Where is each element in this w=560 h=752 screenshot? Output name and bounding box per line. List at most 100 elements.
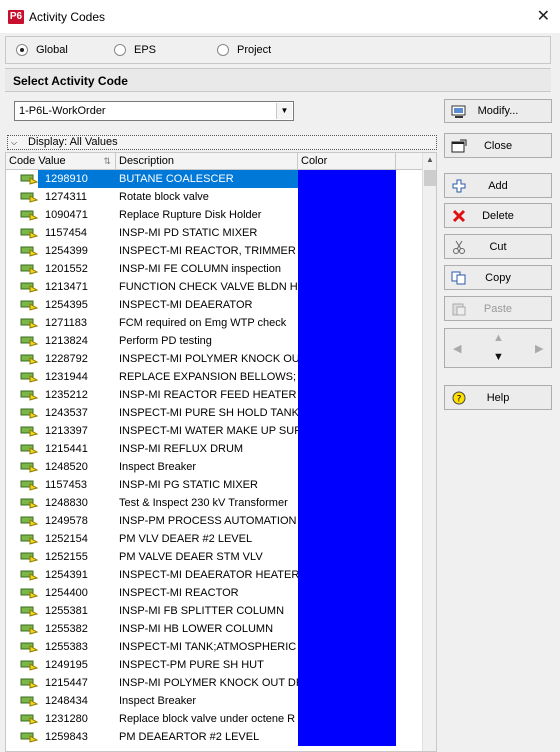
color-cell[interactable] (298, 476, 396, 494)
description-cell[interactable]: INSP-MI FB SPLITTER COLUMN (116, 602, 298, 620)
color-cell[interactable] (298, 224, 396, 242)
table-row[interactable]: 1255382 INSP-MI HB LOWER COLUMN (6, 620, 422, 638)
description-cell[interactable]: PM VLV DEAER #2 LEVEL (116, 530, 298, 548)
table-row[interactable]: 1215441 INSP-MI REFLUX DRUM (6, 440, 422, 458)
code-value-cell[interactable]: 1215447 (42, 674, 118, 692)
code-value-cell[interactable]: 1213471 (42, 278, 118, 296)
description-cell[interactable]: INSPECT-MI DEAERATOR HEATER (116, 566, 298, 584)
description-cell[interactable]: INSP-MI REFLUX DRUM (116, 440, 298, 458)
color-cell[interactable] (298, 260, 396, 278)
scrollbar-thumb[interactable] (424, 170, 436, 186)
color-cell[interactable] (298, 332, 396, 350)
description-cell[interactable]: REPLACE EXPANSION BELLOWS; V (116, 368, 298, 386)
color-cell[interactable] (298, 440, 396, 458)
table-row[interactable]: 1249195 INSPECT-PM PURE SH HUT (6, 656, 422, 674)
display-filter-bar[interactable]: ⌵ Display: All Values (7, 135, 437, 150)
code-value-cell[interactable]: 1235212 (42, 386, 118, 404)
close-button[interactable]: Close (444, 133, 552, 158)
code-value-cell[interactable]: 1201552 (42, 260, 118, 278)
color-cell[interactable] (298, 278, 396, 296)
radio-project-dot[interactable] (217, 44, 229, 56)
table-row[interactable]: 1254399 INSPECT-MI REACTOR, TRIMMER (6, 242, 422, 260)
color-cell[interactable] (298, 314, 396, 332)
description-cell[interactable]: Inspect Breaker (116, 692, 298, 710)
description-cell[interactable]: Test & Inspect 230 kV Transformer (116, 494, 298, 512)
radio-eps-dot[interactable] (114, 44, 126, 56)
table-row[interactable]: 1213471 FUNCTION CHECK VALVE BLDN HEA (6, 278, 422, 296)
table-row[interactable]: 1274311 Rotate block valve (6, 188, 422, 206)
table-row[interactable]: 1298910 BUTANE COALESCER (6, 170, 422, 188)
table-row[interactable]: 1231280 Replace block valve under octene … (6, 710, 422, 728)
description-cell[interactable]: INSP-MI PG STATIC MIXER (116, 476, 298, 494)
help-button[interactable]: ? Help (444, 385, 552, 410)
color-cell[interactable] (298, 170, 396, 188)
grid-vertical-scrollbar[interactable]: ▲ (422, 153, 436, 751)
color-cell[interactable] (298, 656, 396, 674)
table-row[interactable]: 1254391 INSPECT-MI DEAERATOR HEATER (6, 566, 422, 584)
code-value-cell[interactable]: 1254399 (42, 242, 118, 260)
color-cell[interactable] (298, 530, 396, 548)
description-cell[interactable]: INSPECT-MI TANK;ATMOSPHERIC DT (116, 638, 298, 656)
color-cell[interactable] (298, 602, 396, 620)
code-value-cell[interactable]: 1248434 (42, 692, 118, 710)
code-value-cell[interactable]: 1255382 (42, 620, 118, 638)
move-down-arrow-icon[interactable]: ▼ (493, 351, 504, 363)
code-value-cell[interactable]: 1252154 (42, 530, 118, 548)
color-cell[interactable] (298, 458, 396, 476)
code-value-cell[interactable]: 1215441 (42, 440, 118, 458)
radio-global-dot[interactable] (16, 44, 28, 56)
scroll-up-arrow-icon[interactable]: ▲ (426, 155, 434, 164)
description-cell[interactable]: INSPECT-PM PURE SH HUT (116, 656, 298, 674)
description-cell[interactable]: INSPECT-MI WATER MAKE UP SURG (116, 422, 298, 440)
activity-code-select[interactable]: 1-P6L-WorkOrder ▼ (14, 101, 294, 121)
table-row[interactable]: 1231944 REPLACE EXPANSION BELLOWS; V (6, 368, 422, 386)
description-cell[interactable]: INSP-MI REACTOR FEED HEATER (116, 386, 298, 404)
table-row[interactable]: 1254395 INSPECT-MI DEAERATOR (6, 296, 422, 314)
description-cell[interactable]: Perform PD testing (116, 332, 298, 350)
code-value-cell[interactable]: 1157453 (42, 476, 118, 494)
code-value-cell[interactable]: 1248520 (42, 458, 118, 476)
copy-button[interactable]: Copy (444, 265, 552, 290)
table-row[interactable]: 1255381 INSP-MI FB SPLITTER COLUMN (6, 602, 422, 620)
description-cell[interactable]: INSPECT-MI DEAERATOR (116, 296, 298, 314)
code-value-cell[interactable]: 1255381 (42, 602, 118, 620)
color-cell[interactable] (298, 404, 396, 422)
color-cell[interactable] (298, 728, 396, 746)
add-button[interactable]: Add (444, 173, 552, 198)
table-row[interactable]: 1201552 INSP-MI FE COLUMN inspection (6, 260, 422, 278)
description-cell[interactable]: Replace Rupture Disk Holder (116, 206, 298, 224)
dropdown-arrow-icon[interactable]: ▼ (276, 103, 292, 119)
code-value-cell[interactable]: 1213824 (42, 332, 118, 350)
color-cell[interactable] (298, 638, 396, 656)
description-cell[interactable]: BUTANE COALESCER (116, 170, 298, 188)
color-cell[interactable] (298, 422, 396, 440)
description-cell[interactable]: INSPECT-MI POLYMER KNOCK OUT I (116, 350, 298, 368)
description-cell[interactable]: INSPECT-MI REACTOR (116, 584, 298, 602)
table-row[interactable]: 1259843 PM DEAEARTOR #2 LEVEL (6, 728, 422, 746)
table-row[interactable]: 1254400 INSPECT-MI REACTOR (6, 584, 422, 602)
code-value-cell[interactable]: 1248830 (42, 494, 118, 512)
table-row[interactable]: 1157454 INSP-MI PD STATIC MIXER (6, 224, 422, 242)
code-value-cell[interactable]: 1298910 (38, 170, 116, 188)
color-cell[interactable] (298, 548, 396, 566)
table-row[interactable]: 1157453 INSP-MI PG STATIC MIXER (6, 476, 422, 494)
description-cell[interactable]: PM VALVE DEAER STM VLV (116, 548, 298, 566)
description-cell[interactable]: INSP-PM PROCESS AUTOMATION NE (116, 512, 298, 530)
description-cell[interactable]: Replace block valve under octene R (116, 710, 298, 728)
code-value-cell[interactable]: 1254391 (42, 566, 118, 584)
column-header-color[interactable]: Color (298, 153, 396, 170)
table-row[interactable]: 1243537 INSPECT-MI PURE SH HOLD TANK IN (6, 404, 422, 422)
table-row[interactable]: 1213824 Perform PD testing (6, 332, 422, 350)
code-value-cell[interactable]: 1213397 (42, 422, 118, 440)
description-cell[interactable]: INSPECT-MI PURE SH HOLD TANK IN (116, 404, 298, 422)
color-cell[interactable] (298, 206, 396, 224)
code-value-cell[interactable]: 1254395 (42, 296, 118, 314)
table-row[interactable]: 1248434 Inspect Breaker (6, 692, 422, 710)
radio-project[interactable]: Project (217, 44, 271, 56)
description-cell[interactable]: FCM required on Emg WTP check (116, 314, 298, 332)
code-value-cell[interactable]: 1255383 (42, 638, 118, 656)
color-cell[interactable] (298, 368, 396, 386)
color-cell[interactable] (298, 350, 396, 368)
description-cell[interactable]: INSP-MI POLYMER KNOCK OUT DRU (116, 674, 298, 692)
code-value-cell[interactable]: 1259843 (42, 728, 118, 746)
